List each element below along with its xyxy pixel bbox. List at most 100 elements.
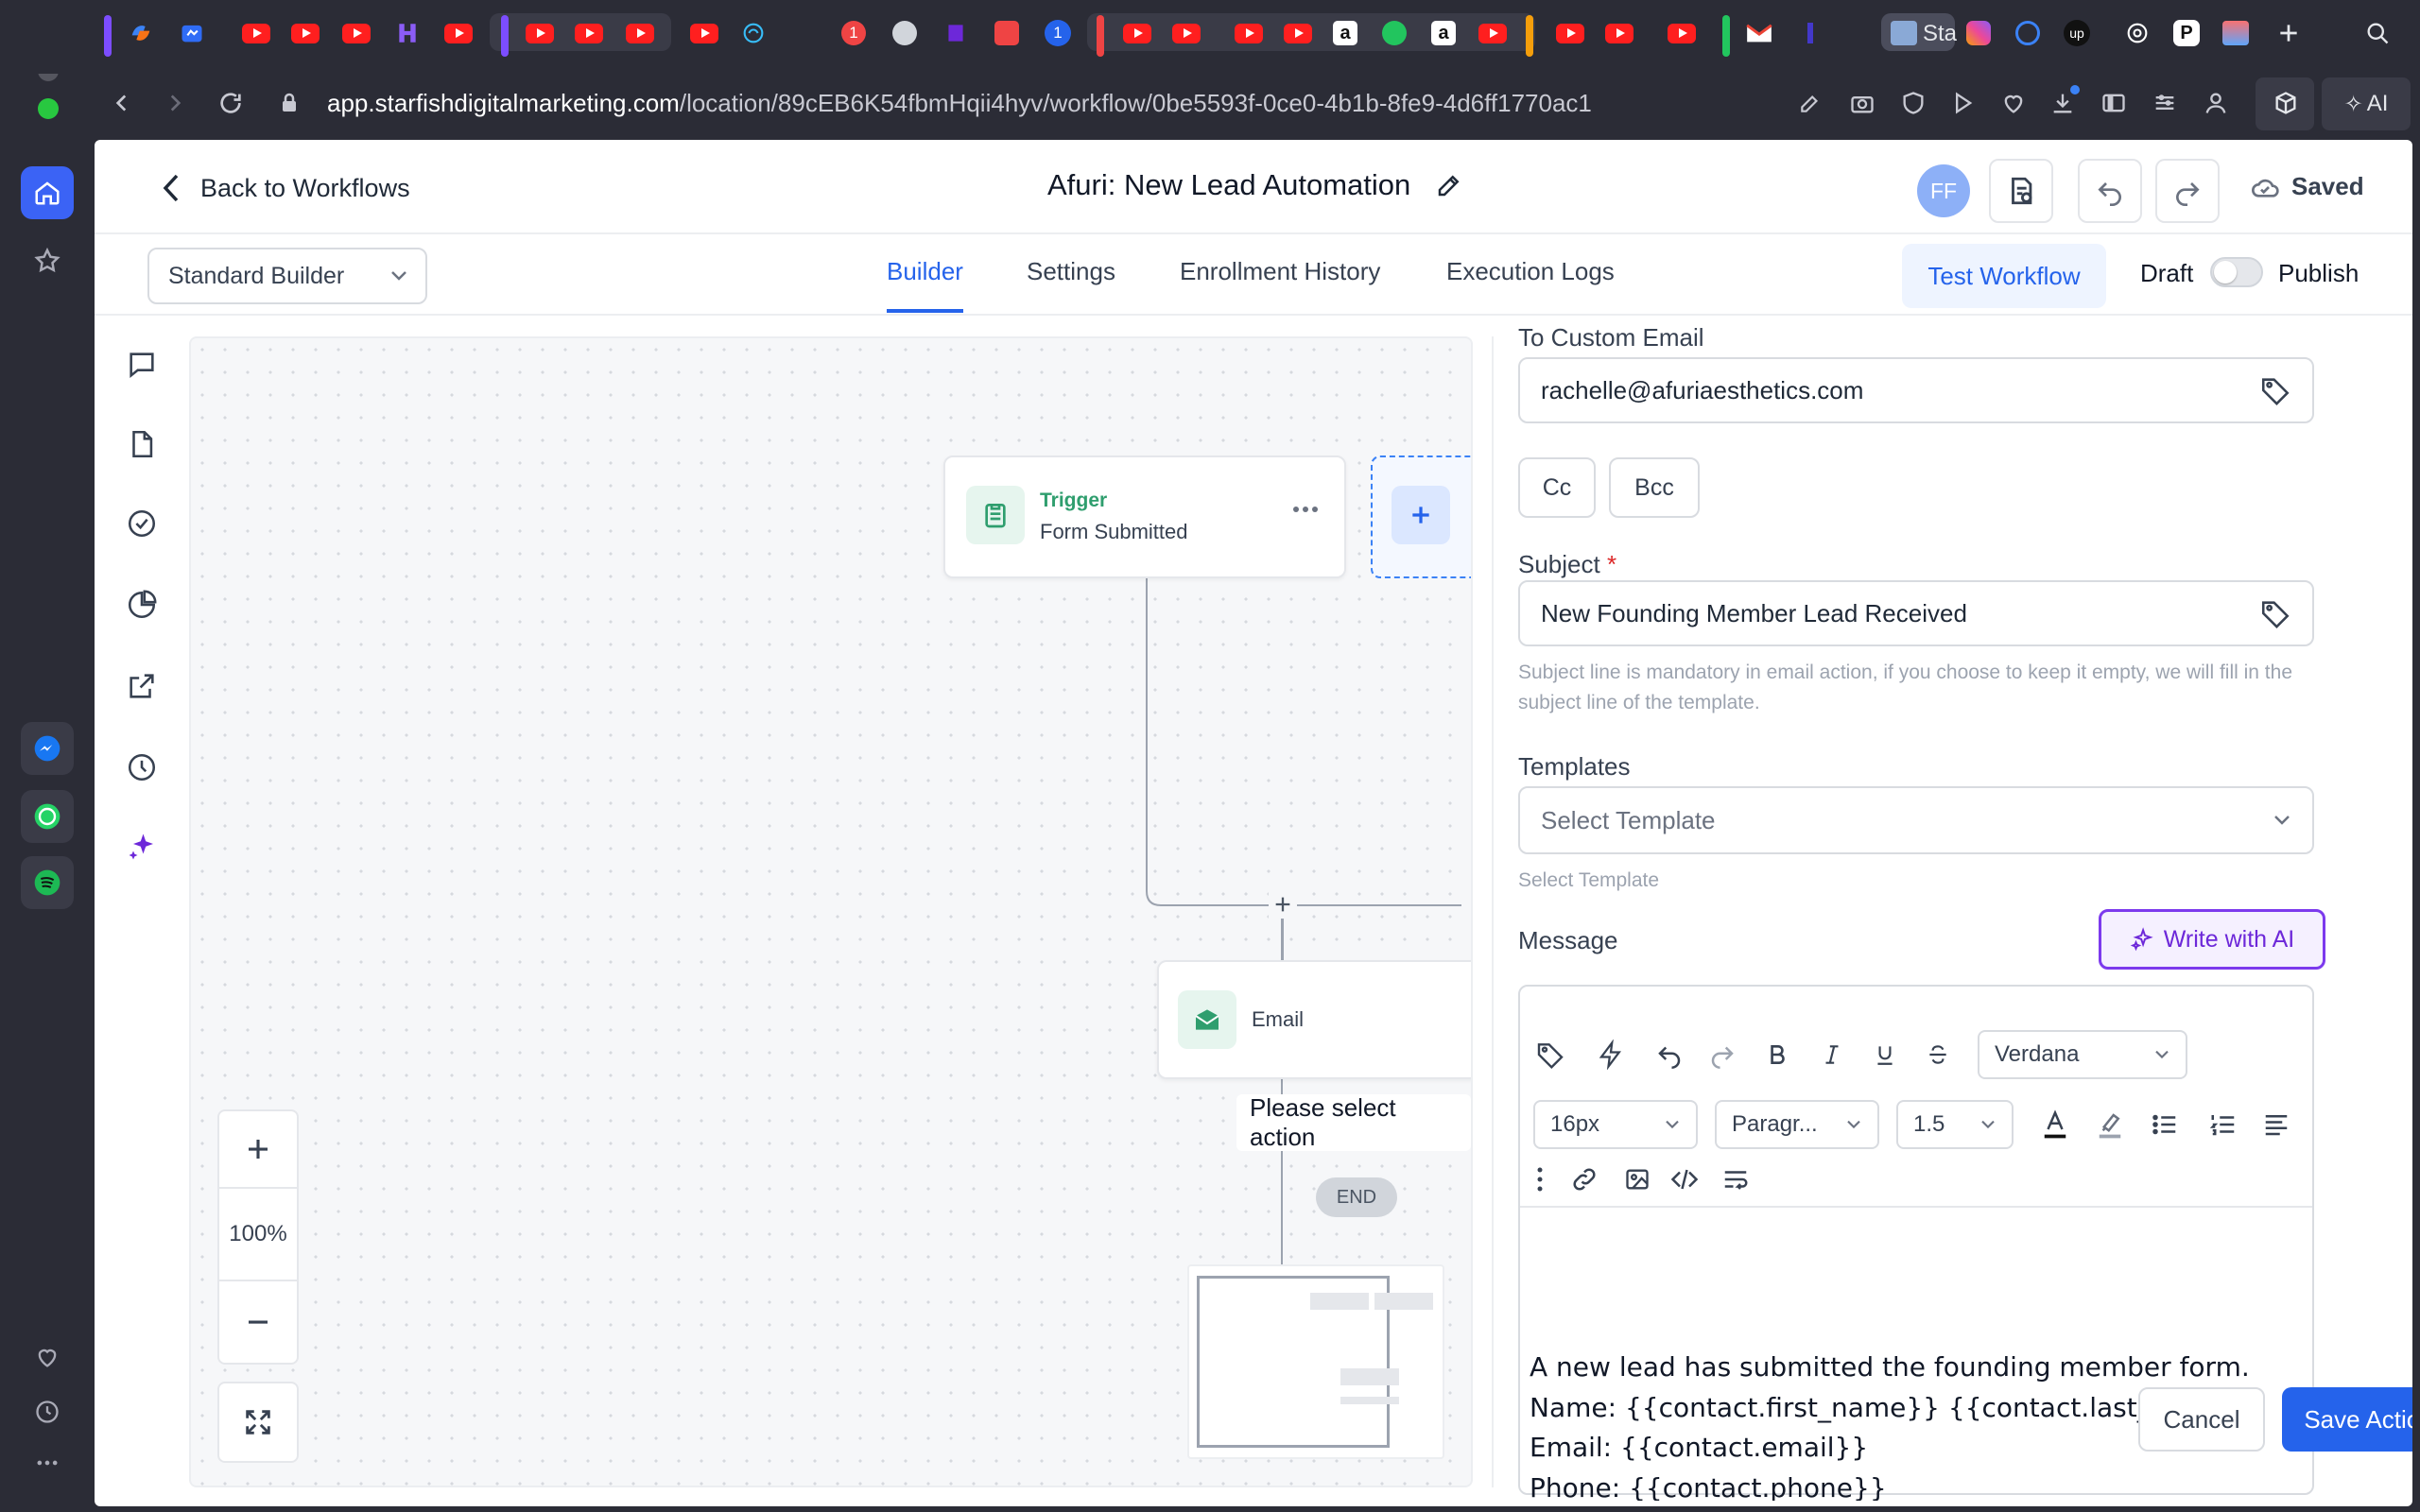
tab-app-icon[interactable]: [940, 17, 972, 49]
check-circle-icon[interactable]: [121, 503, 163, 544]
tab-youtube-icon[interactable]: [1282, 17, 1314, 49]
tab-app-icon[interactable]: P: [2170, 17, 2203, 49]
tag-icon[interactable]: [2259, 374, 2291, 406]
zoom-in-button[interactable]: [219, 1111, 297, 1187]
templates-select[interactable]: Select Template: [1518, 786, 2314, 854]
zoom-window-button[interactable]: [38, 98, 59, 119]
tab-youtube-icon[interactable]: [240, 17, 272, 49]
tab-amazon-icon[interactable]: a: [1329, 17, 1361, 49]
history-icon[interactable]: [21, 1385, 74, 1438]
tab-youtube-icon[interactable]: [1554, 17, 1586, 49]
publish-toggle[interactable]: [2210, 257, 2263, 287]
tab-settings[interactable]: Settings: [1027, 257, 1115, 309]
edit-page-icon[interactable]: [1798, 89, 1823, 117]
merge-tag-icon[interactable]: [1531, 1036, 1569, 1074]
spotify-icon[interactable]: [21, 856, 74, 909]
document-icon[interactable]: [121, 423, 163, 465]
tab-instagram-icon[interactable]: [1962, 17, 1995, 49]
save-action-button[interactable]: Save Action: [2282, 1387, 2412, 1452]
tab-execution-logs[interactable]: Execution Logs: [1446, 257, 1615, 309]
camera-icon[interactable]: [1849, 89, 1876, 117]
tab-upwork-icon[interactable]: up: [2061, 17, 2093, 49]
tab-app-icon[interactable]: [2220, 17, 2252, 49]
email-action-node[interactable]: Email: [1157, 960, 1471, 1079]
highlight-color-icon[interactable]: [2091, 1106, 2129, 1143]
clock-history-icon[interactable]: [121, 747, 163, 788]
sidebar-toggle-icon[interactable]: [2100, 89, 2127, 117]
tab-youtube-icon[interactable]: [289, 17, 321, 49]
tab-youtube-icon[interactable]: [1121, 17, 1153, 49]
messenger-icon[interactable]: [21, 722, 74, 775]
tab-youtube-icon[interactable]: [688, 17, 720, 49]
tab-openai-icon[interactable]: [2121, 17, 2153, 49]
cancel-button[interactable]: Cancel: [2138, 1387, 2265, 1452]
write-with-ai-button[interactable]: Write with AI: [2099, 909, 2325, 970]
code-icon[interactable]: [1666, 1160, 1703, 1198]
add-step-icon[interactable]: [1269, 890, 1297, 919]
redo-icon[interactable]: [1703, 1036, 1741, 1074]
text-wrap-icon[interactable]: [1717, 1160, 1754, 1198]
pie-chart-icon[interactable]: [121, 584, 163, 626]
italic-icon[interactable]: [1813, 1036, 1851, 1074]
lock-icon[interactable]: [278, 89, 301, 117]
back-to-workflows-link[interactable]: Back to Workflows: [161, 172, 410, 204]
address-bar[interactable]: app.starfishdigitalmarketing.com/locatio…: [327, 89, 1592, 118]
builder-type-select[interactable]: Standard Builder: [147, 248, 427, 304]
tab-app-icon[interactable]: [1794, 17, 1826, 49]
heart-icon[interactable]: [21, 1331, 74, 1383]
tab-builder[interactable]: Builder: [887, 257, 963, 313]
strikethrough-icon[interactable]: [1919, 1036, 1957, 1074]
tab-h-icon[interactable]: [391, 17, 424, 49]
tab-badge-icon[interactable]: 1: [838, 17, 870, 49]
shield-icon[interactable]: [1900, 89, 1927, 117]
search-tabs-icon[interactable]: [2361, 17, 2394, 49]
subject-input[interactable]: New Founding Member Lead Received: [1518, 580, 2314, 646]
bullet-list-icon[interactable]: [2146, 1106, 2184, 1143]
workflow-canvas[interactable]: Trigger Form Submitted Email Please sele…: [189, 336, 1473, 1487]
tab-youtube-icon[interactable]: [1170, 17, 1202, 49]
tab-youtube-icon[interactable]: [624, 17, 656, 49]
more-icon[interactable]: [21, 1436, 74, 1489]
star-icon[interactable]: [21, 234, 74, 287]
bcc-button[interactable]: Bcc: [1609, 457, 1700, 518]
numbered-list-icon[interactable]: [2204, 1106, 2242, 1143]
tab-youtube-icon[interactable]: [1666, 17, 1698, 49]
underline-icon[interactable]: [1866, 1036, 1904, 1074]
redo-button[interactable]: [2155, 159, 2220, 223]
profile-icon[interactable]: [2203, 89, 2229, 117]
bold-icon[interactable]: [1758, 1036, 1796, 1074]
trigger-node[interactable]: Trigger Form Submitted: [943, 455, 1346, 578]
ai-sparkle-icon[interactable]: [121, 826, 163, 868]
tab-youtube-icon[interactable]: [524, 17, 556, 49]
tab-youtube-icon[interactable]: [442, 17, 475, 49]
more-options-icon[interactable]: [1291, 505, 1320, 514]
tab-app-icon[interactable]: [176, 17, 208, 49]
cc-button[interactable]: Cc: [1518, 457, 1596, 518]
undo-icon[interactable]: [1651, 1036, 1688, 1074]
workflow-notes-button[interactable]: [1989, 159, 2053, 223]
tab-magnet-icon[interactable]: [991, 17, 1023, 49]
tab-app-icon[interactable]: [1378, 17, 1410, 49]
back-nav-icon[interactable]: [110, 89, 134, 117]
undo-button[interactable]: [2078, 159, 2142, 223]
font-size-select[interactable]: 16px: [1533, 1100, 1698, 1149]
comment-icon[interactable]: [121, 344, 163, 386]
favorite-icon[interactable]: [2000, 89, 2027, 117]
new-tab-button[interactable]: [2273, 17, 2305, 49]
play-icon[interactable]: [1949, 89, 1976, 117]
tab-youtube-icon[interactable]: [573, 17, 605, 49]
tab-youtube-icon[interactable]: [1233, 17, 1265, 49]
whatsapp-icon[interactable]: [21, 790, 74, 843]
settings-sliders-icon[interactable]: [2152, 89, 2178, 117]
tab-youtube-icon[interactable]: [1477, 17, 1509, 49]
add-trigger-node[interactable]: [1371, 455, 1471, 578]
tab-youtube-icon[interactable]: [340, 17, 372, 49]
reload-icon[interactable]: [217, 89, 244, 117]
pencil-edit-icon[interactable]: [1435, 171, 1463, 199]
minimap[interactable]: [1187, 1264, 1444, 1459]
tab-copilot-icon[interactable]: [125, 17, 157, 49]
tab-youtube-icon[interactable]: [1603, 17, 1635, 49]
tab-perplexity-icon[interactable]: [737, 17, 769, 49]
trigger-link-icon[interactable]: [1592, 1036, 1630, 1074]
ai-assistant-button[interactable]: ✧ AI: [2322, 77, 2411, 130]
